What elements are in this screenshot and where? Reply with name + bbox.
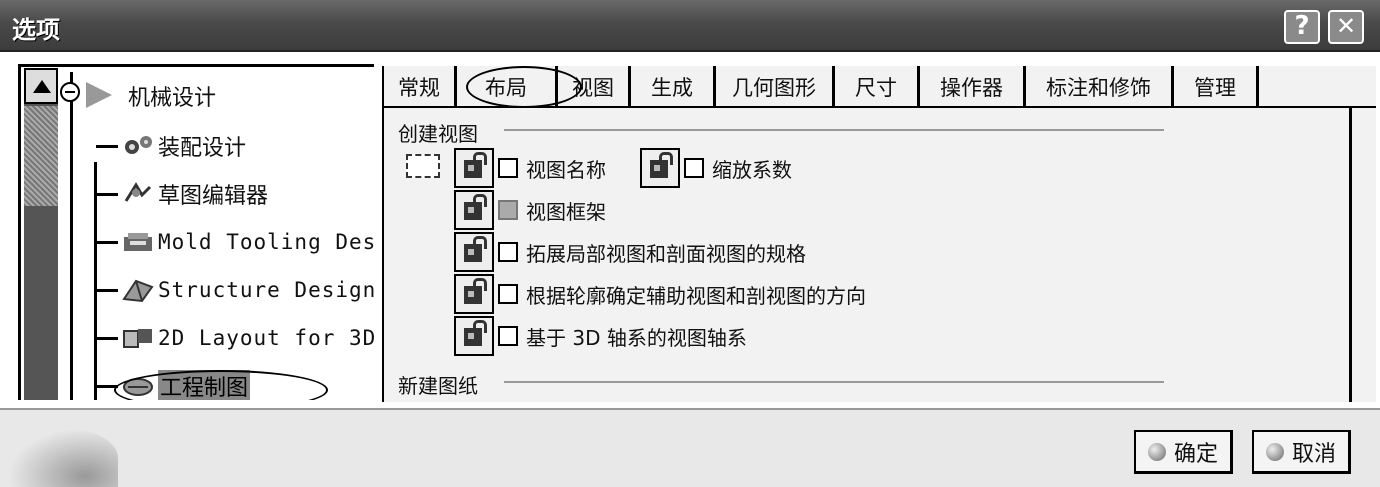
tree-branch (96, 192, 118, 196)
group-title-create-view: 创建视图 (398, 122, 478, 146)
option-row-detail-spec: 拓展局部视图和剖面视图的规格 (454, 232, 806, 272)
tree-item-label: 草图编辑器 (158, 184, 269, 209)
tree-connector (70, 72, 73, 400)
tree-item-mechanical-design[interactable]: 机械设计 (128, 76, 216, 116)
tree-branch (96, 240, 118, 244)
option-row-profile-orientation: 根据轮廓确定辅助视图和剖视图的方向 (454, 274, 866, 314)
tab-general[interactable]: 常规 (382, 66, 457, 108)
gears-icon (125, 136, 152, 154)
layout-tab-content: 创建视图 视图名称 缩放系数 视图框架 拓展局部视图和剖面视图的规格 根据轮廓确… (382, 108, 1352, 402)
ok-dot-icon (1148, 442, 1166, 461)
option-row-3d-axis: 基于 3D 轴系的视图轴系 (454, 316, 747, 356)
title-bar: 选项 ? ✕ (0, 0, 1380, 52)
option-label: 视图框架 (526, 199, 606, 224)
tree-item-2d-layout[interactable]: 2D Layout for 3D (96, 318, 376, 358)
cancel-dot-icon (1266, 442, 1284, 461)
tree-scrollbar[interactable] (24, 68, 58, 400)
annotation-oval (466, 66, 582, 108)
option-label: 缩放系数 (712, 157, 792, 182)
window-title: 选项 (12, 16, 60, 44)
cancel-button[interactable]: 取消 (1252, 430, 1352, 474)
tree-branch (96, 336, 118, 340)
options-panel: 常规 布局 视图 生成 几何图形 尺寸 操作器 标注和修饰 管理 创建视图 视图… (382, 66, 1376, 402)
lock-icon (464, 152, 487, 178)
lock-button[interactable] (454, 232, 494, 272)
tree-item-label: 机械设计 (128, 86, 217, 111)
tab-geometry[interactable]: 几何图形 (716, 66, 835, 108)
tree-branch (96, 144, 118, 148)
option-label: 根据轮廓确定辅助视图和剖视图的方向 (526, 283, 866, 308)
lock-button[interactable] (454, 274, 494, 314)
brand-swirl-icon (8, 428, 118, 487)
tree-item-mold-tooling[interactable]: Mold Tooling Des (96, 222, 376, 262)
checkbox-detail-spec[interactable] (498, 242, 518, 262)
tree-item-assembly[interactable]: 装配设计 (96, 126, 246, 166)
checkbox-profile-orientation[interactable] (498, 284, 518, 304)
group-title-new-sheet: 新建图纸 (398, 374, 478, 398)
option-row-scale: 缩放系数 (640, 148, 792, 188)
lock-icon (464, 278, 487, 304)
tab-generation[interactable]: 生成 (631, 66, 716, 108)
mold-icon (124, 233, 152, 251)
option-row-view-name: 视图名称 (454, 148, 606, 188)
group-divider (504, 381, 1164, 383)
lock-icon (464, 236, 487, 262)
lock-icon (464, 194, 487, 220)
ok-button[interactable]: 确定 (1134, 430, 1234, 474)
lock-button[interactable] (454, 148, 494, 188)
group-divider (504, 129, 1164, 131)
sketcher-icon (124, 182, 152, 202)
option-row-view-frame: 视图框架 (454, 190, 606, 230)
checkbox-view-name[interactable] (498, 158, 518, 178)
close-button[interactable]: ✕ (1328, 10, 1364, 44)
tree-branch (96, 288, 118, 292)
layout-icon (123, 329, 152, 348)
lock-icon (464, 320, 487, 346)
lock-button[interactable] (454, 190, 494, 230)
scroll-up-arrow-icon[interactable] (24, 68, 58, 104)
checkbox-view-frame[interactable] (498, 200, 518, 220)
checkbox-scale[interactable] (684, 158, 704, 178)
view-layout-icon (406, 154, 440, 178)
help-button[interactable]: ? (1284, 10, 1320, 44)
lock-icon (650, 152, 673, 178)
tab-manipulators[interactable]: 操作器 (920, 66, 1026, 108)
option-label: 视图名称 (526, 157, 606, 182)
cancel-label: 取消 (1292, 441, 1337, 467)
tab-administration[interactable]: 管理 (1174, 66, 1259, 108)
options-tree: 机械设计 装配设计 草图编辑器 Mold Tooling Des Structu… (0, 52, 380, 400)
tree-item-label: 2D Layout for 3D (158, 326, 377, 350)
checkbox-3d-axis[interactable] (498, 326, 518, 346)
lock-button[interactable] (640, 148, 680, 188)
scroll-track[interactable] (24, 106, 58, 206)
option-label: 基于 3D 轴系的视图轴系 (526, 325, 747, 350)
tab-annotation[interactable]: 标注和修饰 (1026, 66, 1174, 108)
tree-item-label: Structure Design (158, 278, 377, 302)
collapse-node-icon[interactable] (60, 82, 80, 102)
tab-dimension[interactable]: 尺寸 (835, 66, 920, 108)
workbench-arrow-icon (86, 82, 112, 108)
tree-item-label: Mold Tooling Des (158, 230, 377, 254)
ok-label: 确定 (1174, 441, 1219, 467)
dialog-footer: 确定 取消 (0, 408, 1380, 487)
tree-item-structure-design[interactable]: Structure Design (96, 270, 376, 310)
option-label: 拓展局部视图和剖面视图的规格 (526, 241, 806, 266)
structure-icon (122, 279, 154, 303)
lock-button[interactable] (454, 316, 494, 356)
tree-item-label: 装配设计 (158, 136, 247, 161)
tree-item-sketcher[interactable]: 草图编辑器 (96, 174, 268, 214)
